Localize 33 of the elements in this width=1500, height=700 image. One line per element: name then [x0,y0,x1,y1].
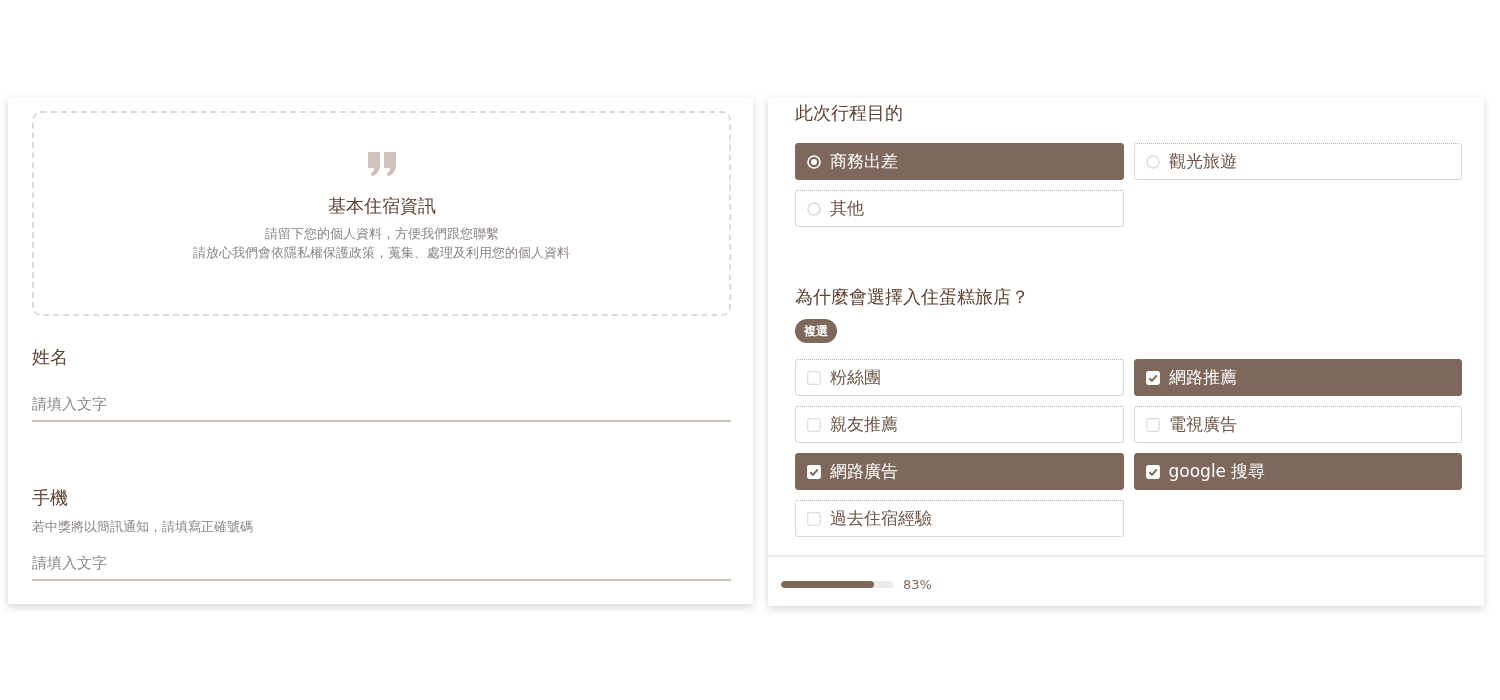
hint-text: 若中獎將以簡訊通知，請填寫正確號碼 [32,518,253,536]
text-input[interactable]: 請填入文字 [32,547,731,581]
question-title: 此次行程目的 [795,101,903,125]
radio-icon [807,154,821,169]
quote-icon [365,152,398,176]
checkbox-icon [1145,417,1160,432]
checkbox-icon [807,464,821,479]
checkbox-icon [1145,370,1160,385]
checkbox-option[interactable]: 網路廣告 [795,453,1124,490]
text-input[interactable]: 請填入文字 [32,388,731,422]
info-description: 請放心我們會依隱私權保護政策，蒐集、處理及利用您的個人資料 [193,244,570,262]
checkbox-icon [807,511,821,526]
checkbox-option[interactable]: 過去住宿經驗 [795,500,1124,537]
checkbox-option[interactable]: 網路推薦 [1133,359,1462,396]
radio-icon [1145,154,1160,169]
multi-select-badge: 複選 [795,319,837,343]
question-title: 為什麼會選擇入住蛋糕旅店？ [795,285,1029,309]
radio-icon [807,201,821,216]
info-description: 請留下您的個人資料，方便我們跟您聯繫 [264,225,499,243]
checkbox-icon [1145,464,1160,479]
checkbox-option[interactable]: 電視廣告 [1133,406,1462,443]
checkbox-option[interactable]: 親友推薦 [795,406,1124,443]
radio-option[interactable]: 觀光旅遊 [1133,143,1462,180]
checkbox-icon [807,417,821,432]
radio-option[interactable]: 其他 [795,190,1124,227]
radio-option[interactable]: 商務出差 [795,143,1124,180]
checkbox-option[interactable]: google 搜尋 [1133,453,1462,490]
info-title: 基本住宿資訊 [327,194,436,218]
progress-percent: 83% [903,577,932,592]
checkbox-option[interactable]: 粉絲團 [795,359,1124,396]
checkbox-icon [807,370,821,385]
field-label: 姓名 [32,345,68,369]
field-label: 手機 [32,486,68,510]
